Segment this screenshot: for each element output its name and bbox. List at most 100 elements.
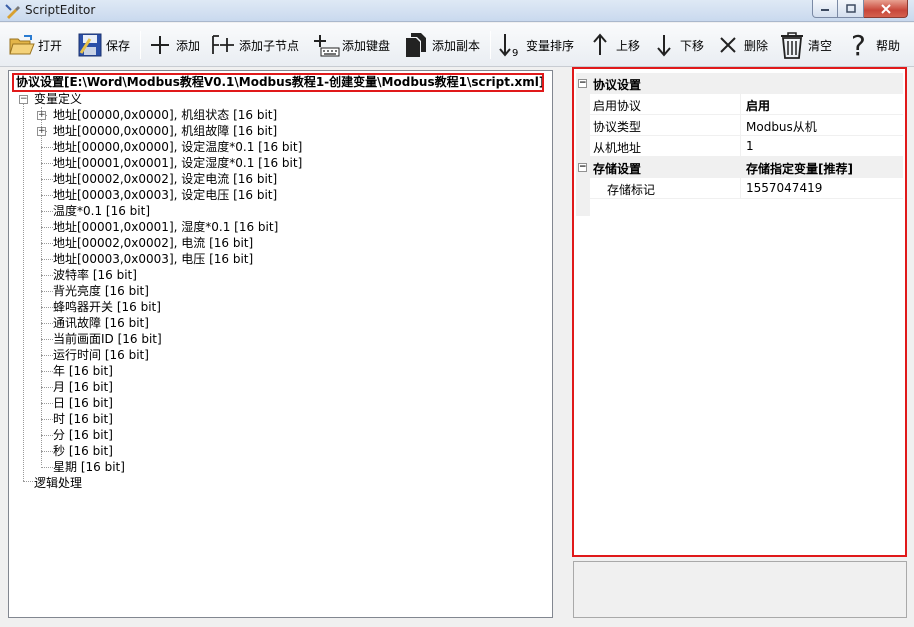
script-tree[interactable]: 协议设置[E:\Word\Modbus教程V0.1\Modbus教程1-创建变量… [8, 70, 553, 618]
arrow-up-icon [586, 31, 614, 59]
help-question-icon: ? [846, 31, 874, 59]
tree-connector [41, 179, 53, 180]
open-label: 打开 [38, 38, 63, 53]
property-divider [740, 94, 741, 115]
add-button[interactable]: 添加 [146, 31, 200, 59]
tree-connector [41, 339, 53, 340]
tree-node-variable[interactable]: 地址[00003,0x0003], 设定电压 [16 bit] [53, 187, 277, 203]
sort-variables-button[interactable]: 9 变量排序 [496, 31, 574, 59]
collapse-protocol-toggle[interactable]: − [578, 79, 587, 88]
tree-root-node[interactable]: 协议设置[E:\Word\Modbus教程V0.1\Modbus教程1-创建变量… [12, 73, 544, 92]
tree-node-logic[interactable]: 逻辑处理 [34, 475, 82, 491]
property-name: 从机地址 [593, 141, 642, 155]
add-copy-button[interactable]: 添加副本 [402, 31, 480, 59]
property-grid[interactable]: − 协议设置 启用协议 启用 协议类型 Modbus从机 从机地址 1 − 存储… [572, 67, 907, 557]
add-child-node-label: 添加子节点 [239, 38, 300, 53]
tree-node-variable[interactable]: 运行时间 [16 bit] [53, 347, 149, 363]
tree-node-variable[interactable]: 背光亮度 [16 bit] [53, 283, 149, 299]
tree-node-variable[interactable]: 星期 [16 bit] [53, 459, 125, 475]
property-value[interactable]: Modbus从机 [746, 118, 817, 135]
maximize-button[interactable] [838, 0, 864, 18]
tree-node-variable[interactable]: 月 [16 bit] [53, 379, 113, 395]
add-copy-label: 添加副本 [432, 38, 481, 53]
move-up-button[interactable]: 上移 [586, 31, 640, 59]
tree-node-variable[interactable]: 地址[00002,0x0002], 设定电流 [16 bit] [53, 171, 277, 187]
delete-button[interactable]: 删除 [714, 31, 768, 59]
help-button[interactable]: ? 帮助 [846, 31, 900, 59]
collapse-storage-toggle[interactable]: − [578, 163, 587, 172]
property-name: 启用协议 [593, 99, 642, 113]
title-bar: ScriptEditor [0, 0, 914, 22]
property-category-protocol[interactable]: − 协议设置 [576, 73, 903, 94]
tree-node-variable[interactable]: 当前画面ID [16 bit] [53, 331, 162, 347]
svg-text:?: ? [851, 31, 866, 59]
tree-connector [41, 163, 53, 164]
add-keyboard-button[interactable]: 添加键盘 [312, 31, 390, 59]
sort-variables-label: 变量排序 [526, 38, 575, 53]
minimize-button[interactable] [812, 0, 838, 18]
status-bar [0, 622, 914, 627]
tree-node-variable[interactable]: 地址[00000,0x0000], 设定温度*0.1 [16 bit] [53, 139, 302, 155]
expand-node-toggle[interactable]: + [37, 111, 46, 120]
add-label: 添加 [176, 38, 201, 53]
keyboard-icon [312, 31, 340, 59]
collapse-variables-toggle[interactable]: − [19, 95, 28, 104]
tree-node-variable[interactable]: 地址[00001,0x0001], 设定湿度*0.1 [16 bit] [53, 155, 302, 171]
property-value[interactable]: 1557047419 [746, 181, 822, 195]
tree-node-variable[interactable]: 地址[00002,0x0002], 电流 [16 bit] [53, 235, 253, 251]
tree-connector [41, 371, 53, 372]
tree-connector [41, 451, 53, 452]
clear-button[interactable]: 清空 [778, 31, 832, 59]
property-category-label: 存储设置 [593, 162, 642, 176]
tree-connector [41, 259, 53, 260]
property-value[interactable]: 启用 [746, 97, 770, 114]
property-value[interactable]: 存储指定变量[推荐] [746, 160, 853, 177]
tree-connector [41, 243, 53, 244]
open-button[interactable]: 打开 [8, 31, 62, 59]
trash-icon [778, 31, 806, 59]
tree-connector [41, 307, 53, 308]
tree-node-variable[interactable]: 蜂鸣器开关 [16 bit] [53, 299, 161, 315]
property-value[interactable]: 1 [746, 139, 754, 153]
expand-node-toggle[interactable]: + [37, 127, 46, 136]
tree-connector [41, 291, 53, 292]
tree-node-variable[interactable]: 通讯故障 [16 bit] [53, 315, 149, 331]
tree-connector [41, 211, 53, 212]
toolbar-separator [140, 31, 141, 59]
help-label: 帮助 [876, 38, 901, 53]
tree-connector [41, 467, 53, 468]
property-category-storage[interactable]: − 存储设置 存储指定变量[推荐] [576, 157, 903, 178]
tree-node-variable[interactable]: 年 [16 bit] [53, 363, 113, 379]
tree-node-variables[interactable]: 变量定义 [34, 91, 82, 107]
plus-icon [146, 31, 174, 59]
open-folder-icon [8, 31, 36, 59]
tree-node-variable[interactable]: 秒 [16 bit] [53, 443, 113, 459]
tree-connector [23, 481, 33, 482]
tree-node-variable[interactable]: 地址[00000,0x0000], 机组状态 [16 bit] [53, 107, 277, 123]
save-icon [76, 31, 104, 59]
move-up-label: 上移 [616, 38, 641, 53]
property-row-slave-address[interactable]: 从机地址 1 [576, 136, 903, 157]
move-down-button[interactable]: 下移 [650, 31, 704, 59]
svg-text:9: 9 [512, 48, 518, 58]
tree-node-variable[interactable]: 日 [16 bit] [53, 395, 113, 411]
tree-connector [41, 403, 53, 404]
property-row-enable[interactable]: 启用协议 启用 [576, 94, 903, 115]
property-divider [740, 136, 741, 157]
property-row-type[interactable]: 协议类型 Modbus从机 [576, 115, 903, 136]
add-child-node-button[interactable]: 添加子节点 [209, 31, 299, 59]
clear-label: 清空 [808, 38, 833, 53]
tree-node-variable[interactable]: 地址[00003,0x0003], 电压 [16 bit] [53, 251, 253, 267]
add-child-node-icon [209, 31, 237, 59]
tree-node-variable[interactable]: 温度*0.1 [16 bit] [53, 203, 150, 219]
tree-node-variable[interactable]: 分 [16 bit] [53, 427, 113, 443]
tree-node-variable[interactable]: 地址[00001,0x0001], 湿度*0.1 [16 bit] [53, 219, 278, 235]
tree-node-variable[interactable]: 波特率 [16 bit] [53, 267, 137, 283]
tree-connector [41, 387, 53, 388]
tree-node-variable[interactable]: 地址[00000,0x0000], 机组故障 [16 bit] [53, 123, 277, 139]
property-row-storage-flag[interactable]: 存储标记 1557047419 [576, 178, 903, 199]
close-button[interactable] [864, 0, 908, 18]
tree-node-variable[interactable]: 时 [16 bit] [53, 411, 113, 427]
tree-connector [41, 323, 53, 324]
save-button[interactable]: 保存 [76, 31, 130, 59]
